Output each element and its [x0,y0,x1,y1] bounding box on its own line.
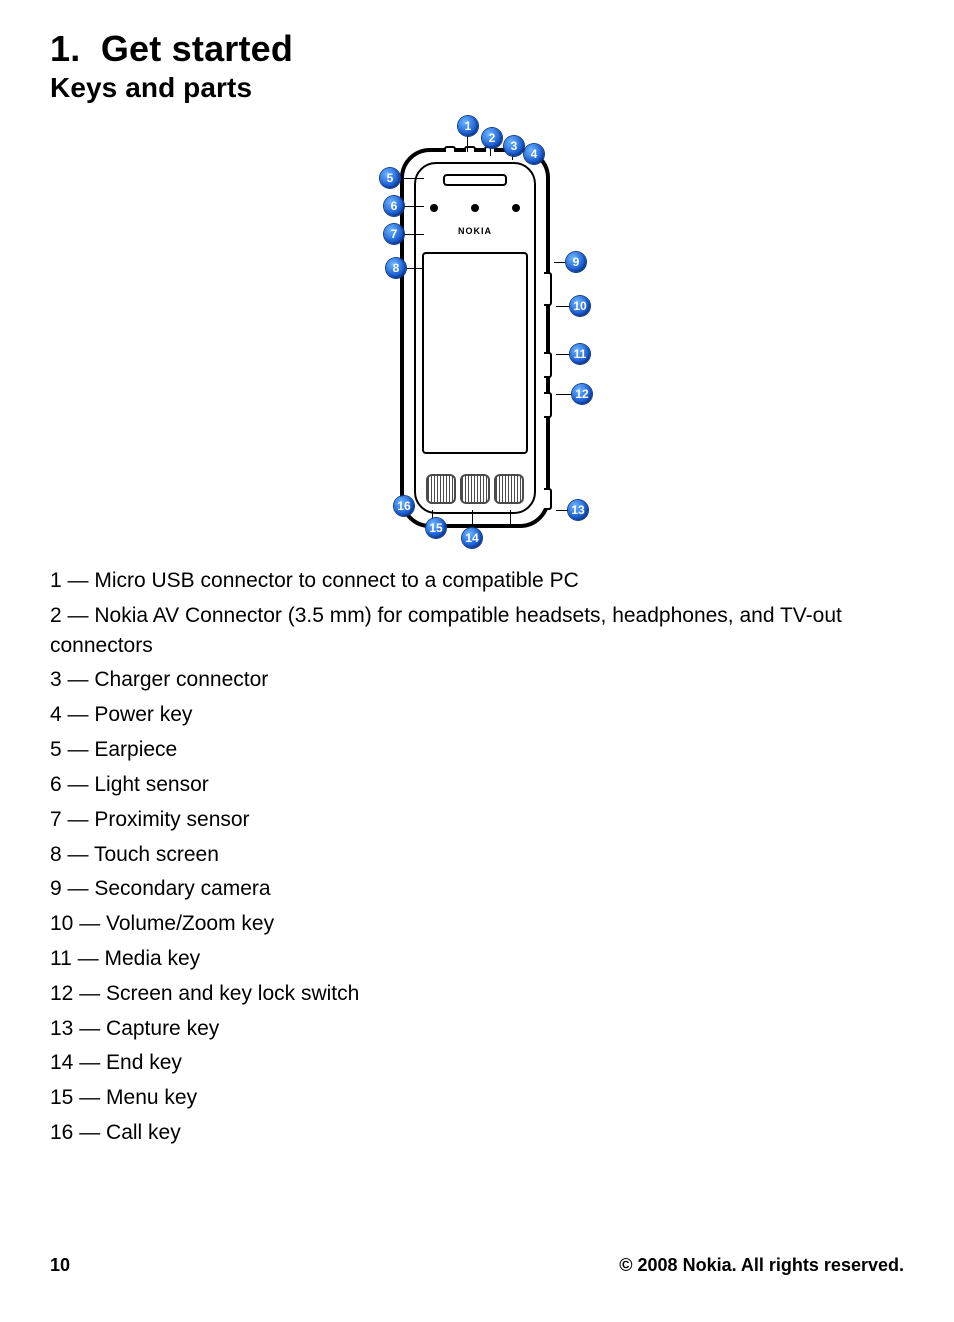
part-item: 16 — Call key [50,1118,904,1148]
callout-13: 13 [568,500,588,520]
part-item: 3 — Charger connector [50,665,904,695]
phone-diagram: NOKIA [50,114,904,554]
callout-16: 16 [394,496,414,516]
screen-graphic [422,252,528,454]
part-item: 11 — Media key [50,944,904,974]
bottom-keys-graphic [426,474,524,504]
part-item: 12 — Screen and key lock switch [50,979,904,1009]
part-item: 2 — Nokia AV Connector (3.5 mm) for comp… [50,601,904,661]
callout-15: 15 [426,518,446,538]
section-heading: 1. Get started [50,28,904,70]
callout-2: 2 [482,128,502,148]
section-subtitle: Keys and parts [50,72,904,104]
callout-7: 7 [384,224,404,244]
part-item: 13 — Capture key [50,1014,904,1044]
part-item: 10 — Volume/Zoom key [50,909,904,939]
parts-list: 1 — Micro USB connector to connect to a … [50,566,904,1148]
part-item: 4 — Power key [50,700,904,730]
part-item: 14 — End key [50,1048,904,1078]
earpiece-graphic [443,174,507,186]
page-number: 10 [50,1255,70,1276]
part-item: 9 — Secondary camera [50,874,904,904]
callout-9: 9 [566,252,586,272]
callout-6: 6 [384,196,404,216]
callout-14: 14 [462,528,482,548]
part-item: 15 — Menu key [50,1083,904,1113]
copyright-text: © 2008 Nokia. All rights reserved. [619,1255,904,1276]
brand-label: NOKIA [458,226,492,236]
part-item: 5 — Earpiece [50,735,904,765]
section-title-text: Get started [101,28,293,69]
callout-4: 4 [524,144,544,164]
section-number: 1. [50,28,80,69]
part-item: 6 — Light sensor [50,770,904,800]
part-item: 7 — Proximity sensor [50,805,904,835]
callout-12: 12 [572,384,592,404]
callout-3: 3 [504,136,524,156]
callout-10: 10 [570,296,590,316]
callout-11: 11 [570,344,590,364]
part-item: 8 — Touch screen [50,840,904,870]
callout-1: 1 [458,116,478,136]
callout-5: 5 [380,168,400,188]
phone-body: NOKIA [400,148,550,528]
part-item: 1 — Micro USB connector to connect to a … [50,566,904,596]
callout-8: 8 [386,258,406,278]
